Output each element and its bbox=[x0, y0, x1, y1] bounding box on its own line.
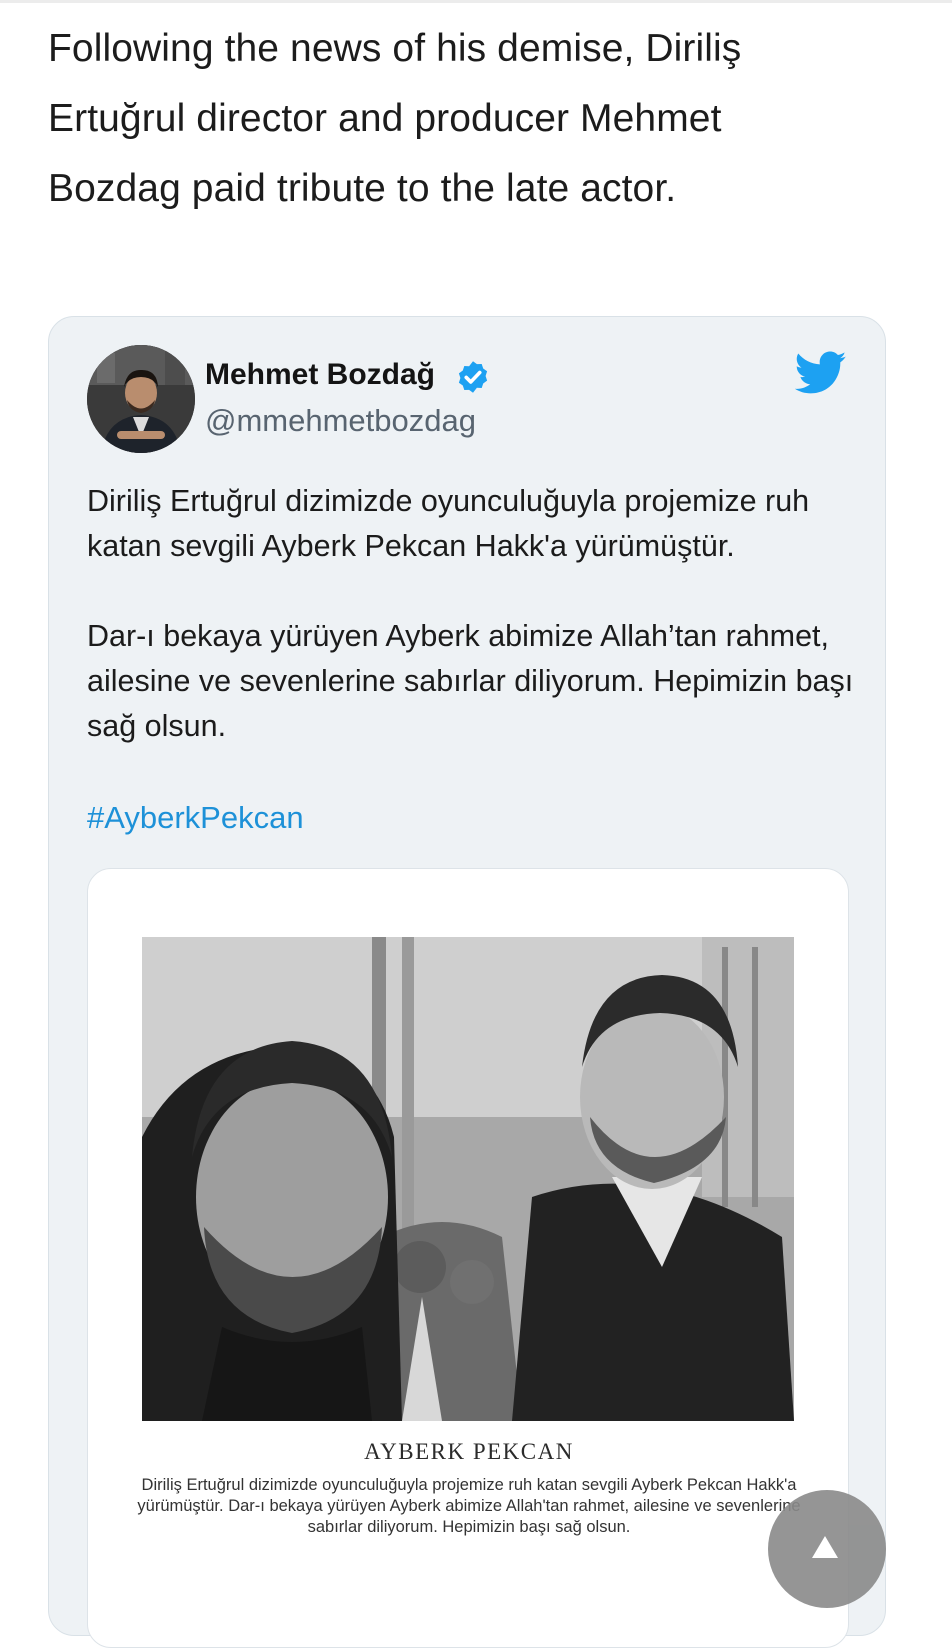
photo-image bbox=[142, 937, 794, 1421]
memorial-text: Diriliş Ertuğrul dizimizde oyunculuğuyla… bbox=[137, 1476, 801, 1536]
scroll-to-top-button[interactable] bbox=[768, 1490, 886, 1608]
memorial-name: AYBERK PEKCAN bbox=[364, 1439, 574, 1464]
verified-badge-icon bbox=[458, 361, 488, 393]
tweet-paragraph-2: Dar-ı bekaya yürüyen Ayberk abimize Alla… bbox=[87, 619, 854, 743]
twitter-bird-icon[interactable] bbox=[795, 351, 847, 395]
article-paragraph: Following the news of his demise, Dirili… bbox=[48, 27, 742, 210]
tweet-paragraph-1: Diriliş Ertuğrul dizimizde oyunculuğuyla… bbox=[87, 484, 810, 563]
embedded-tweet[interactable]: Mehmet Bozdağ @mmehmetbozdag Diriliş Ert… bbox=[48, 316, 886, 1648]
author-avatar[interactable] bbox=[87, 345, 195, 453]
avatar-image bbox=[87, 345, 195, 453]
arrow-up-icon bbox=[812, 1536, 838, 1558]
author-name[interactable]: Mehmet Bozdağ bbox=[205, 355, 435, 395]
author-handle[interactable]: @mmehmetbozdag bbox=[205, 401, 476, 441]
hashtag-link[interactable]: #AyberkPekcan bbox=[87, 795, 304, 840]
memorial-photo bbox=[142, 937, 794, 1421]
tweet-media[interactable]: AYBERK PEKCAN Diriliş Ertuğrul dizimizde… bbox=[87, 868, 849, 1648]
top-divider bbox=[0, 0, 952, 3]
